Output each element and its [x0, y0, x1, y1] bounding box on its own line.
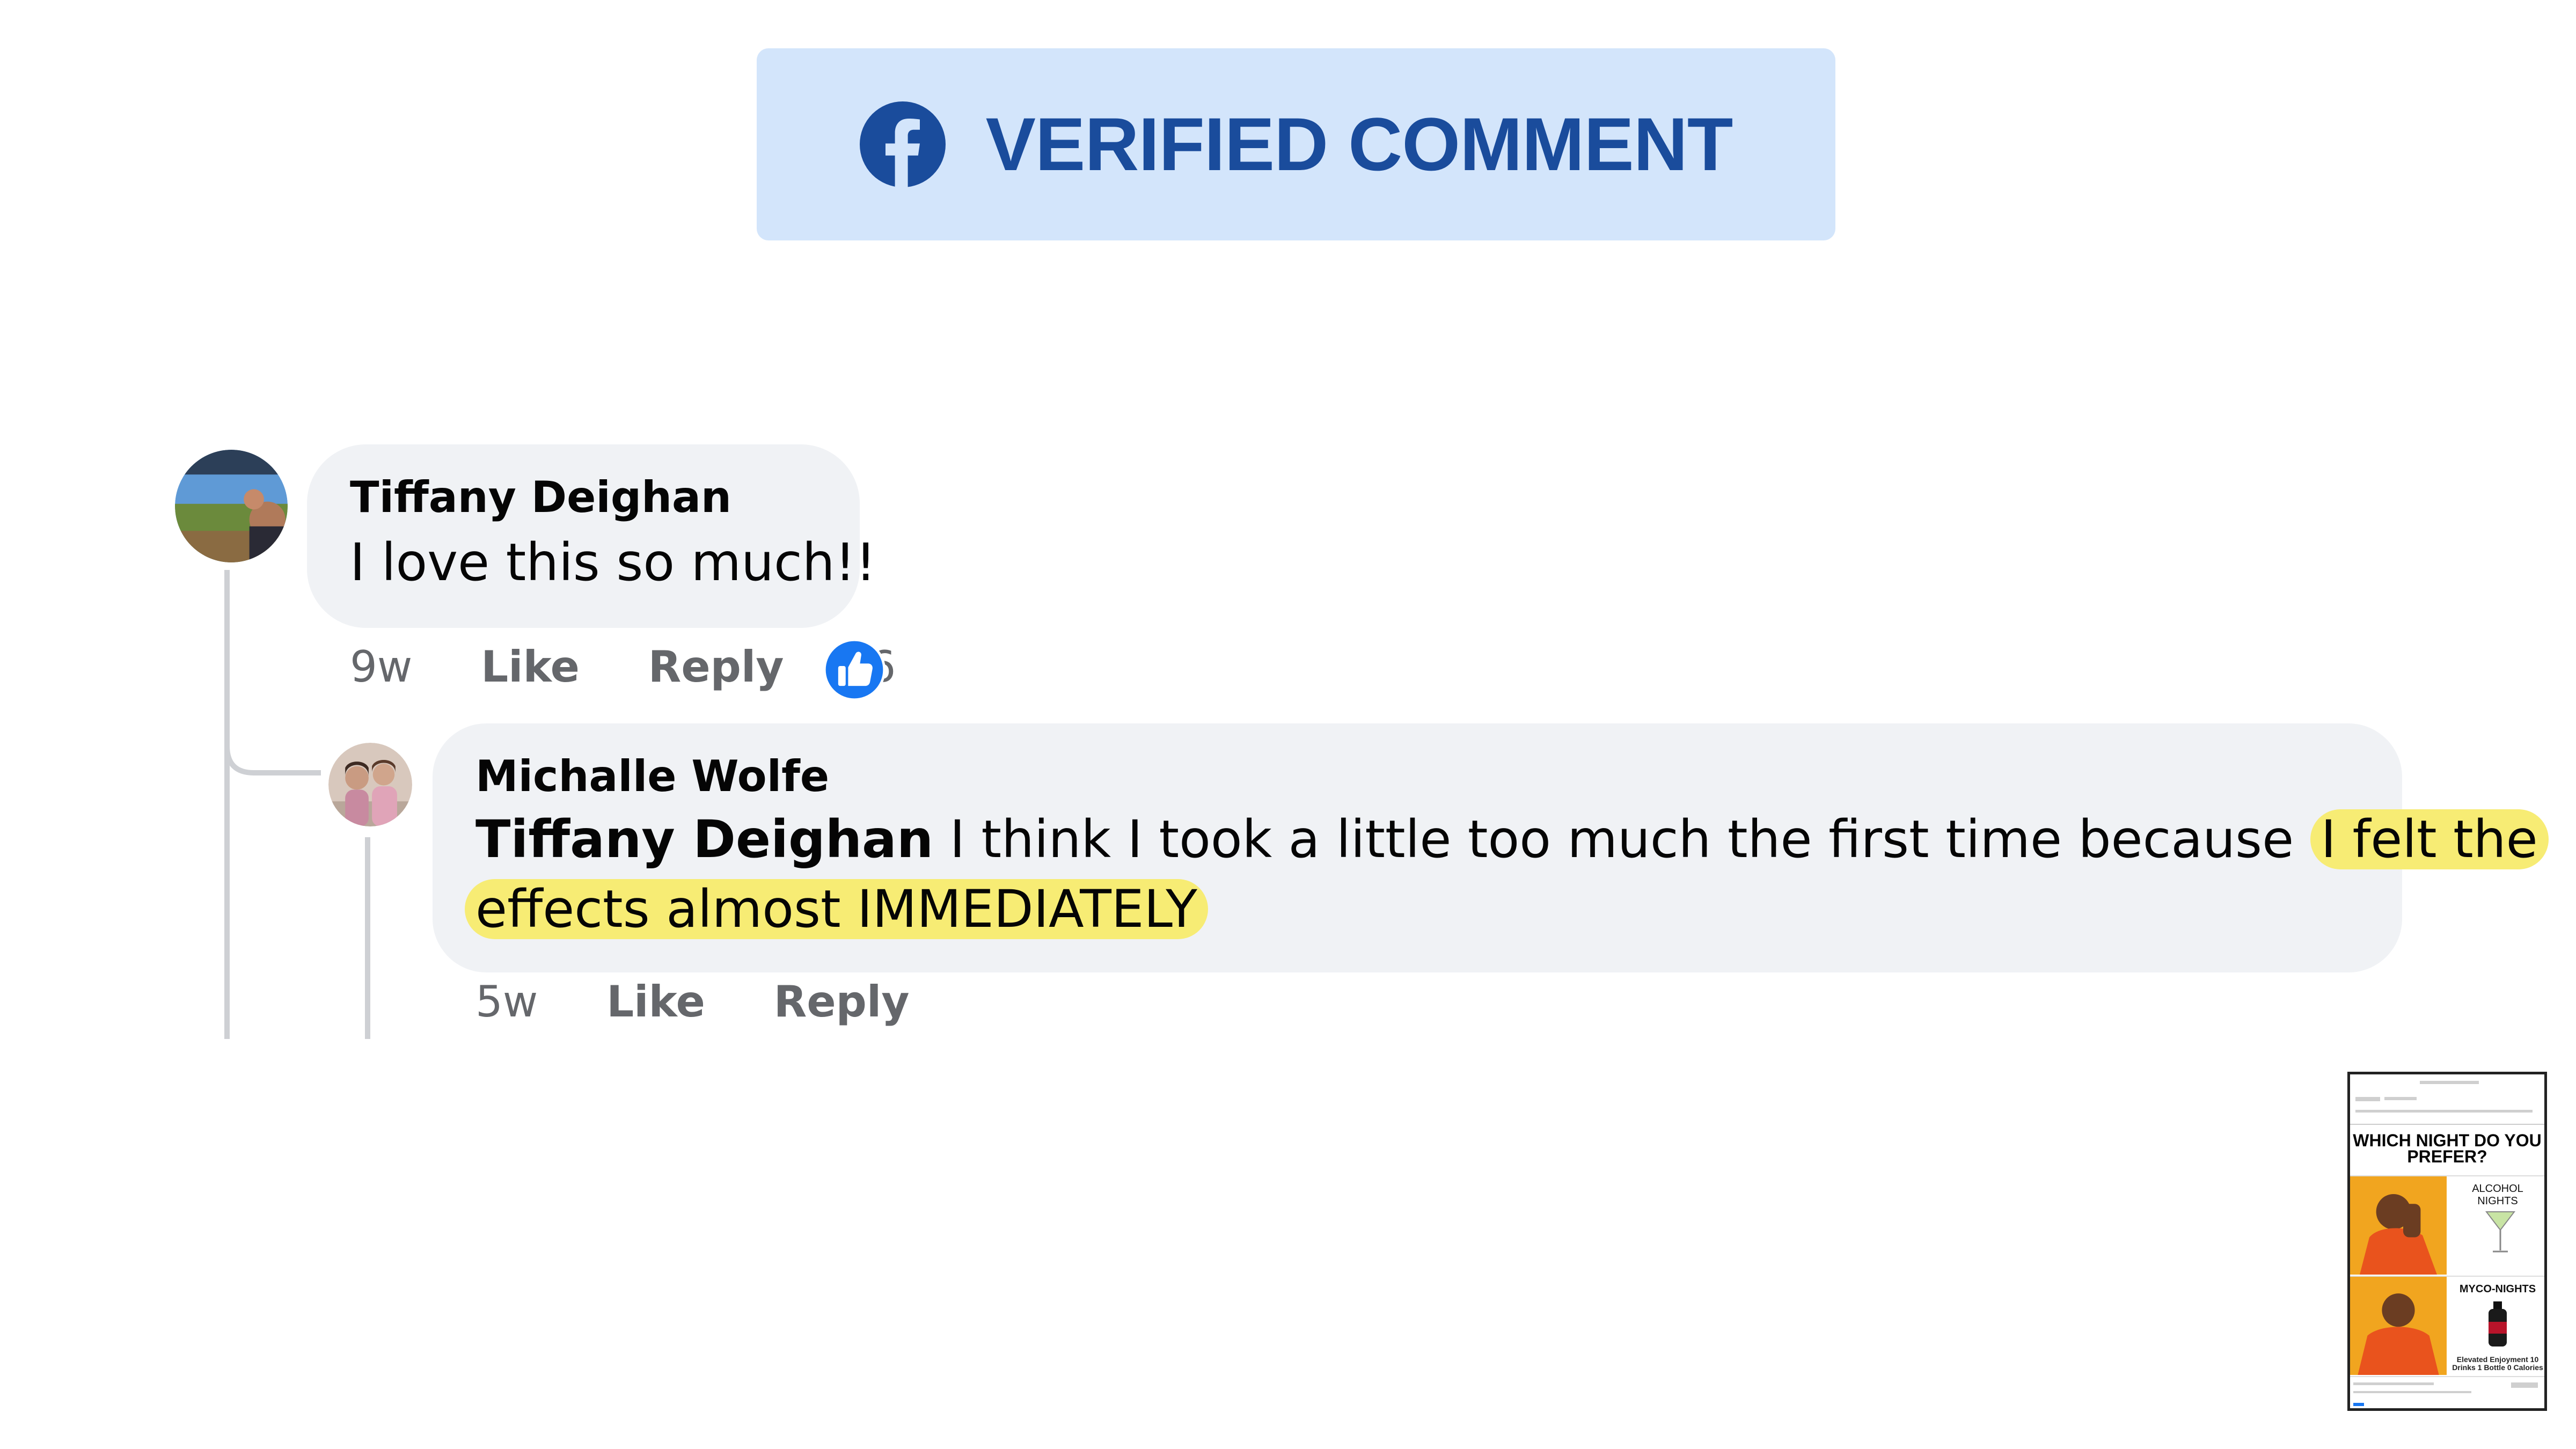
- highlighted-text: I felt the: [2310, 809, 2549, 869]
- reply-like-button[interactable]: Like: [606, 977, 705, 1027]
- thumbnail-option-1: ALCOHOL NIGHTS: [2350, 1175, 2544, 1276]
- thumbnail-post-header: [2350, 1074, 2544, 1125]
- avatar[interactable]: [328, 743, 412, 826]
- cocktail-icon: [2485, 1211, 2516, 1253]
- thread-line-connector: [224, 714, 321, 775]
- comment-reply-button[interactable]: Reply: [648, 642, 784, 692]
- thread-line-reply: [365, 837, 370, 1039]
- reply-text: I think I took a little too much the fir…: [933, 809, 2310, 869]
- comment-timestamp[interactable]: 9w: [350, 642, 412, 692]
- thread-line-main: [224, 570, 230, 1039]
- avatar[interactable]: [175, 450, 288, 562]
- comment-text: I love this so much!!: [350, 532, 876, 592]
- reply-author[interactable]: Michalle Wolfe: [475, 751, 829, 801]
- thumbnail-option-2: MYCO-NIGHTS Elevated Enjoyment 10 Drinks…: [2350, 1276, 2544, 1376]
- reply-timestamp[interactable]: 5w: [475, 977, 538, 1027]
- highlighted-text: effects almost IMMEDIATELY: [465, 879, 1208, 939]
- reply-mention[interactable]: Tiffany Deighan: [475, 809, 933, 869]
- reply-reply-button[interactable]: Reply: [774, 977, 910, 1027]
- option-subtitle: Elevated Enjoyment 10 Drinks 1 Bottle 0 …: [2452, 1355, 2543, 1372]
- thumbs-up-icon[interactable]: [823, 639, 885, 701]
- comment-actions: 9w Like Reply 6: [350, 642, 896, 692]
- bottle-icon: [2489, 1301, 2507, 1346]
- person-image: [2350, 1277, 2447, 1375]
- thumbnail-post-footer: [2350, 1376, 2544, 1408]
- option-label: ALCOHOL NIGHTS: [2472, 1183, 2523, 1207]
- banner-title: VERIFIED COMMENT: [985, 102, 1733, 186]
- facebook-logo-icon: [859, 101, 946, 187]
- person-image: [2350, 1176, 2447, 1275]
- ad-thumbnail[interactable]: WHICH NIGHT DO YOU PREFER? ALCOHOL NIGHT…: [2347, 1072, 2547, 1411]
- verified-comment-banner: VERIFIED COMMENT: [757, 48, 1835, 240]
- reply-text-line-2: effects almost IMMEDIATELY: [465, 879, 1208, 939]
- reply-text-line-1: Tiffany Deighan I think I took a little …: [475, 809, 2549, 869]
- thumbnail-question: WHICH NIGHT DO YOU PREFER?: [2353, 1131, 2542, 1166]
- option-label: MYCO-NIGHTS: [2459, 1283, 2536, 1295]
- reply-actions: 5w Like Reply: [475, 977, 909, 1027]
- comment-author[interactable]: Tiffany Deighan: [350, 472, 731, 522]
- comment-like-button[interactable]: Like: [481, 642, 580, 692]
